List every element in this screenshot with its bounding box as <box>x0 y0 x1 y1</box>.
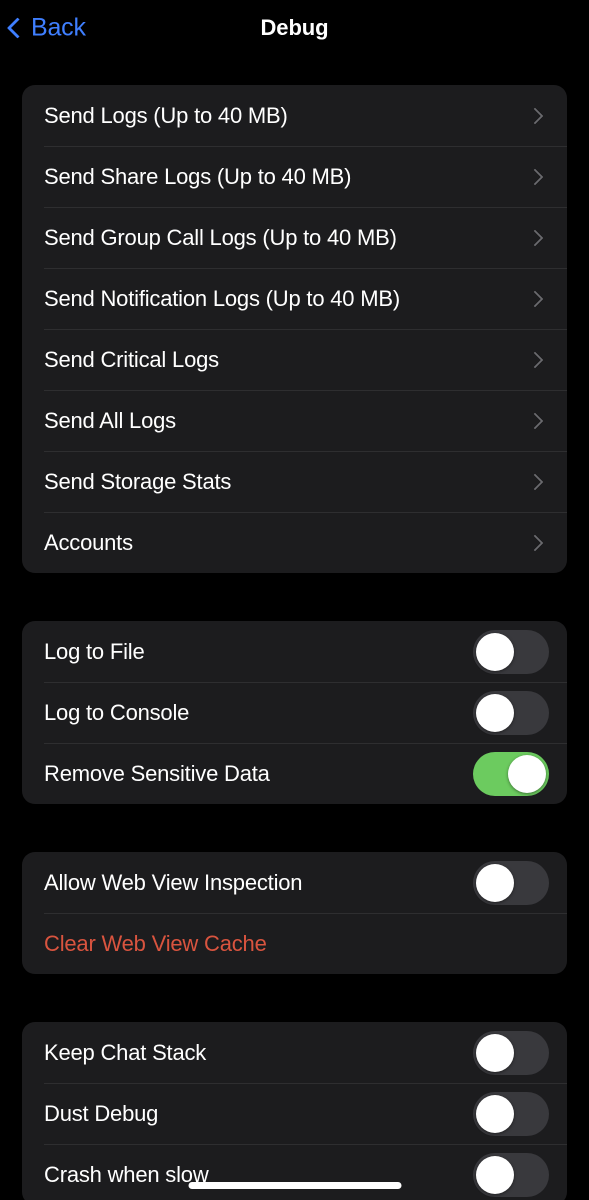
settings-group-logging: Log to File Log to Console Remove Sensitiv… <box>22 621 567 804</box>
settings-row-label: Remove Sensitive Data <box>44 760 270 786</box>
toggle-knob <box>476 1094 514 1133</box>
toggle-knob <box>476 1155 514 1194</box>
back-button-label: Back <box>31 13 86 42</box>
chevron-right-icon <box>526 290 544 307</box>
settings-row-label: Send All Logs <box>44 407 176 433</box>
toggle-knob <box>476 632 514 671</box>
settings-row-label: Send Share Logs (Up to 40 MB) <box>44 163 352 189</box>
home-indicator <box>188 1182 401 1189</box>
settings-row[interactable]: Send Share Logs (Up to 40 MB) <box>22 146 567 207</box>
chevron-right-icon <box>526 351 544 368</box>
settings-row[interactable]: Log to Console <box>22 682 567 743</box>
settings-row[interactable]: Send Storage Stats <box>22 451 567 512</box>
toggle-switch[interactable] <box>473 751 549 796</box>
chevron-right-icon <box>526 534 544 551</box>
chevron-right-icon <box>526 107 544 124</box>
settings-row-label: Keep Chat Stack <box>44 1039 207 1065</box>
settings-row[interactable]: Log to File <box>22 621 567 682</box>
back-button[interactable]: Back <box>6 13 86 43</box>
settings-row[interactable]: Send Notification Logs (Up to 40 MB) <box>22 268 567 329</box>
toggle-switch[interactable] <box>473 1030 549 1075</box>
settings-row-label: Clear Web View Cache <box>44 930 267 956</box>
settings-row-label: Log to File <box>44 638 145 664</box>
chevron-right-icon <box>526 229 544 246</box>
settings-row-label: Send Logs (Up to 40 MB) <box>44 102 288 128</box>
toggle-knob <box>476 1033 514 1072</box>
settings-row[interactable]: Accounts <box>22 512 567 573</box>
settings-group-misc: Keep Chat Stack Dust Debug Crash when slow <box>22 1022 567 1200</box>
navigation-bar: Back Debug <box>0 0 589 56</box>
toggle-switch[interactable] <box>473 1152 549 1197</box>
chevron-left-icon <box>6 17 29 39</box>
settings-row-label: Send Critical Logs <box>44 346 219 372</box>
toggle-knob <box>508 754 546 793</box>
chevron-right-icon <box>526 412 544 429</box>
chevron-right-icon <box>526 168 544 185</box>
settings-row-label: Send Group Call Logs (Up to 40 MB) <box>44 224 397 250</box>
toggle-switch[interactable] <box>473 1091 549 1136</box>
settings-row[interactable]: Crash when slow <box>22 1144 567 1200</box>
settings-row[interactable]: Keep Chat Stack <box>22 1022 567 1083</box>
settings-row-label: Send Storage Stats <box>44 468 232 494</box>
debug-settings-screen: Back Debug Send Logs (Up to 40 MB) Send S… <box>0 0 589 1200</box>
chevron-right-icon <box>526 473 544 490</box>
settings-row-label: Send Notification Logs (Up to 40 MB) <box>44 285 400 311</box>
settings-group-webview: Allow Web View Inspection Clear Web View … <box>22 852 567 974</box>
settings-group-logs: Send Logs (Up to 40 MB) Send Share Logs (… <box>22 85 567 573</box>
settings-row-label: Log to Console <box>44 699 190 725</box>
toggle-switch[interactable] <box>473 860 549 905</box>
settings-row[interactable]: Clear Web View Cache <box>22 913 567 974</box>
settings-row[interactable]: Send Logs (Up to 40 MB) <box>22 85 567 146</box>
page-title: Debug <box>260 15 329 40</box>
settings-list: Send Logs (Up to 40 MB) Send Share Logs (… <box>0 56 589 1200</box>
settings-row[interactable]: Remove Sensitive Data <box>22 743 567 804</box>
settings-row-label: Dust Debug <box>44 1100 159 1126</box>
toggle-knob <box>476 693 514 732</box>
settings-row-label: Allow Web View Inspection <box>44 869 303 895</box>
settings-row[interactable]: Send All Logs <box>22 390 567 451</box>
toggle-switch[interactable] <box>473 629 549 674</box>
settings-row[interactable]: Send Critical Logs <box>22 329 567 390</box>
toggle-switch[interactable] <box>473 690 549 735</box>
settings-row-label: Accounts <box>44 529 133 555</box>
settings-row[interactable]: Send Group Call Logs (Up to 40 MB) <box>22 207 567 268</box>
settings-row[interactable]: Dust Debug <box>22 1083 567 1144</box>
toggle-knob <box>476 863 514 902</box>
settings-row[interactable]: Allow Web View Inspection <box>22 852 567 913</box>
